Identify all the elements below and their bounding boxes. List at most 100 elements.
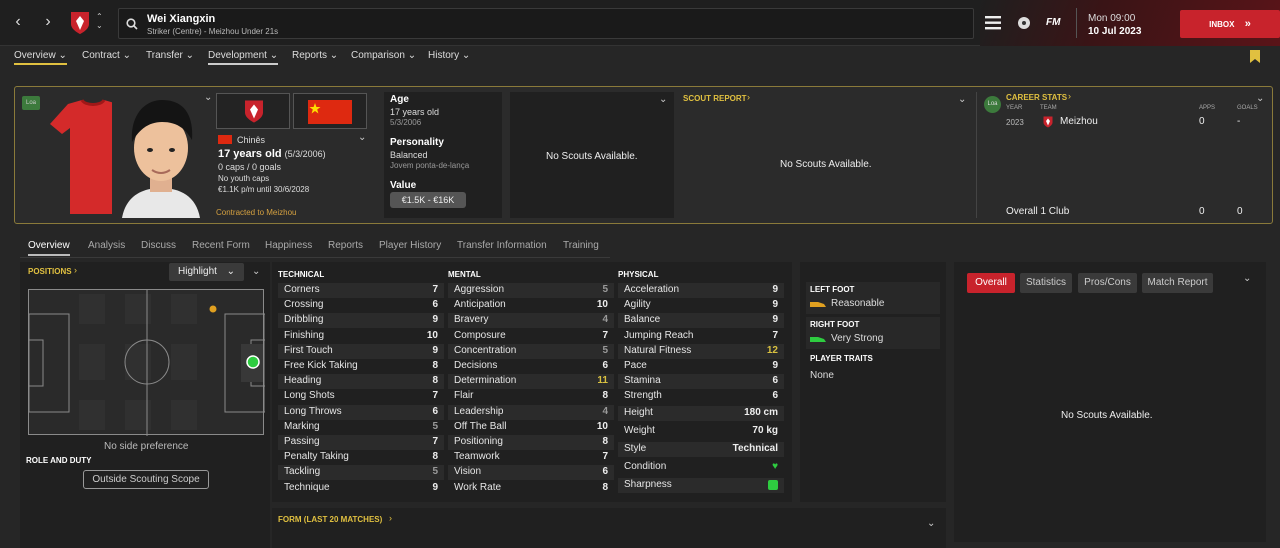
loan-badge: Loa: [22, 96, 40, 110]
weight-value: 70 kg: [752, 425, 778, 436]
tab-history[interactable]: History ⌄: [428, 50, 470, 61]
attribute-value: 11: [597, 375, 608, 387]
career-team[interactable]: Meizhou: [1060, 116, 1098, 127]
tab-overview[interactable]: Overview ⌄: [14, 50, 67, 65]
chevron-down-icon[interactable]: ⌄: [659, 94, 667, 105]
attribute-value: 10: [426, 329, 438, 341]
subtab-player-history[interactable]: Player History: [379, 240, 441, 251]
attribute-row: Long Throws 6: [278, 404, 444, 420]
subtab-overview[interactable]: Overview: [28, 240, 70, 256]
career-stats-link[interactable]: CAREER STATS: [1006, 93, 1067, 102]
tab-overall[interactable]: Overall: [967, 273, 1015, 293]
heart-icon: ♥: [772, 461, 778, 472]
age-line: 17 years old (5/3/2006): [218, 148, 326, 160]
col-goals: GOALS: [1237, 105, 1258, 111]
attribute-row: Leadership 4: [448, 404, 614, 420]
chevron-down-icon[interactable]: ⌄: [358, 132, 366, 143]
report-panel: [954, 262, 1266, 542]
subtab-reports[interactable]: Reports: [328, 240, 363, 251]
right-foot-title: RIGHT FOOT: [810, 320, 860, 329]
bookmark-icon[interactable]: [1250, 50, 1260, 63]
back-arrow-icon[interactable]: ‹: [8, 10, 28, 34]
right-foot-value: Very Strong: [831, 333, 884, 344]
attribute-value: 6: [772, 390, 778, 402]
chevron-down-icon[interactable]: ⌄: [927, 518, 935, 529]
career-apps: 0: [1199, 116, 1205, 127]
dob-text: (5/3/2006): [284, 149, 326, 159]
attribute-name: Corners: [284, 284, 320, 295]
attribute-row: Penalty Taking 8: [278, 450, 444, 465]
tab-contract[interactable]: Contract ⌄: [82, 50, 131, 61]
height-label: Height: [624, 407, 653, 418]
physical-title: PHYSICAL: [618, 270, 659, 279]
subtab-happiness[interactable]: Happiness: [265, 240, 312, 251]
attribute-value: 5: [432, 420, 438, 432]
attribute-name: Balance: [624, 314, 661, 326]
player-search-bar[interactable]: Wei Xiangxin Striker (Centre) - Meizhou …: [118, 8, 974, 39]
tab-development[interactable]: Development ⌄: [208, 50, 279, 65]
attribute-name: Agility: [624, 299, 651, 311]
tab-statistics[interactable]: Statistics: [1020, 273, 1072, 293]
attribute-row: Heading 8: [278, 374, 444, 390]
subtab-transfer-information[interactable]: Transfer Information: [457, 240, 547, 251]
form-link[interactable]: FORM (LAST 20 MATCHES): [278, 515, 382, 524]
attribute-value: 7: [432, 390, 438, 402]
current-date: 10 Jul 2023: [1088, 26, 1142, 37]
inbox-button[interactable]: INBOX »: [1180, 10, 1280, 38]
attribute-row: Vision 6: [448, 465, 614, 481]
subtab-training[interactable]: Training: [563, 240, 599, 251]
outside-scouting-scope-button[interactable]: Outside Scouting Scope: [83, 470, 209, 489]
attribute-value: 4: [602, 405, 608, 417]
fm-logo[interactable]: FM: [1046, 17, 1060, 28]
menu-icon[interactable]: [985, 16, 1001, 30]
chevron-down-icon[interactable]: ⌄: [1256, 93, 1264, 104]
subtab-discuss[interactable]: Discuss: [141, 240, 176, 251]
attribute-value: 9: [772, 299, 778, 311]
attribute-row: Anticipation 10: [448, 298, 614, 313]
value-range-pill[interactable]: €1.5K - €16K: [390, 192, 466, 208]
career-total-label: Overall 1 Club: [1006, 206, 1070, 217]
club-badge-box[interactable]: [216, 93, 290, 129]
updown-chevron-icon[interactable]: ⌃ ⌄: [96, 12, 103, 30]
contracted-link[interactable]: Contracted to Meizhou: [216, 208, 297, 217]
forward-arrow-icon[interactable]: ›: [38, 10, 58, 34]
personality-sub: Jovem ponta-de-lança: [390, 161, 470, 170]
attribute-row: Flair 8: [448, 389, 614, 404]
attribute-row: Positioning 8: [448, 435, 614, 450]
attribute-name: Concentration: [454, 344, 517, 356]
nation-badge-box[interactable]: [293, 93, 367, 129]
height-value: 180 cm: [744, 407, 778, 418]
tab-transfer[interactable]: Transfer ⌄: [146, 50, 194, 61]
tab-label: Transfer: [146, 50, 183, 61]
attribute-name: Jumping Reach: [624, 329, 694, 341]
loan-badge-round: Loa: [984, 96, 1001, 113]
chevron-down-icon[interactable]: ⌄: [1243, 273, 1251, 284]
attribute-name: Leadership: [454, 405, 504, 417]
attribute-value: 12: [766, 344, 778, 356]
mental-title: MENTAL: [448, 270, 481, 279]
scout-report-link[interactable]: SCOUT REPORT: [683, 94, 747, 103]
attribute-name: Composure: [454, 329, 506, 341]
chevron-down-icon[interactable]: ⌄: [958, 94, 966, 105]
attribute-row: Finishing 10: [278, 329, 444, 344]
ball-icon[interactable]: [1017, 16, 1031, 30]
subtab-recent-form[interactable]: Recent Form: [192, 240, 250, 251]
chevron-down-icon[interactable]: ⌄: [252, 266, 260, 277]
attribute-row: Balance 9: [618, 313, 784, 329]
tab-reports[interactable]: Reports ⌄: [292, 50, 338, 61]
attribute-row: Determination 11: [448, 374, 614, 390]
tab-pros-cons[interactable]: Pros/Cons: [1078, 273, 1137, 293]
subtab-analysis[interactable]: Analysis: [88, 240, 125, 251]
search-icon: [126, 18, 138, 30]
club-crest-icon[interactable]: [70, 11, 90, 35]
tab-match-report[interactable]: Match Report: [1142, 273, 1213, 293]
highlight-dropdown[interactable]: Highlight ⌄: [169, 263, 244, 281]
attribute-row: Technique 9: [278, 481, 444, 496]
tab-label: History: [428, 50, 460, 61]
tab-comparison[interactable]: Comparison ⌄: [351, 50, 416, 61]
attribute-value: 7: [432, 436, 438, 447]
positions-link[interactable]: POSITIONS: [28, 267, 72, 276]
boot-icon: [810, 337, 826, 342]
no-scouts-text: No Scouts Available.: [546, 151, 638, 162]
photo-chevron-down-icon[interactable]: ⌄: [204, 92, 212, 103]
